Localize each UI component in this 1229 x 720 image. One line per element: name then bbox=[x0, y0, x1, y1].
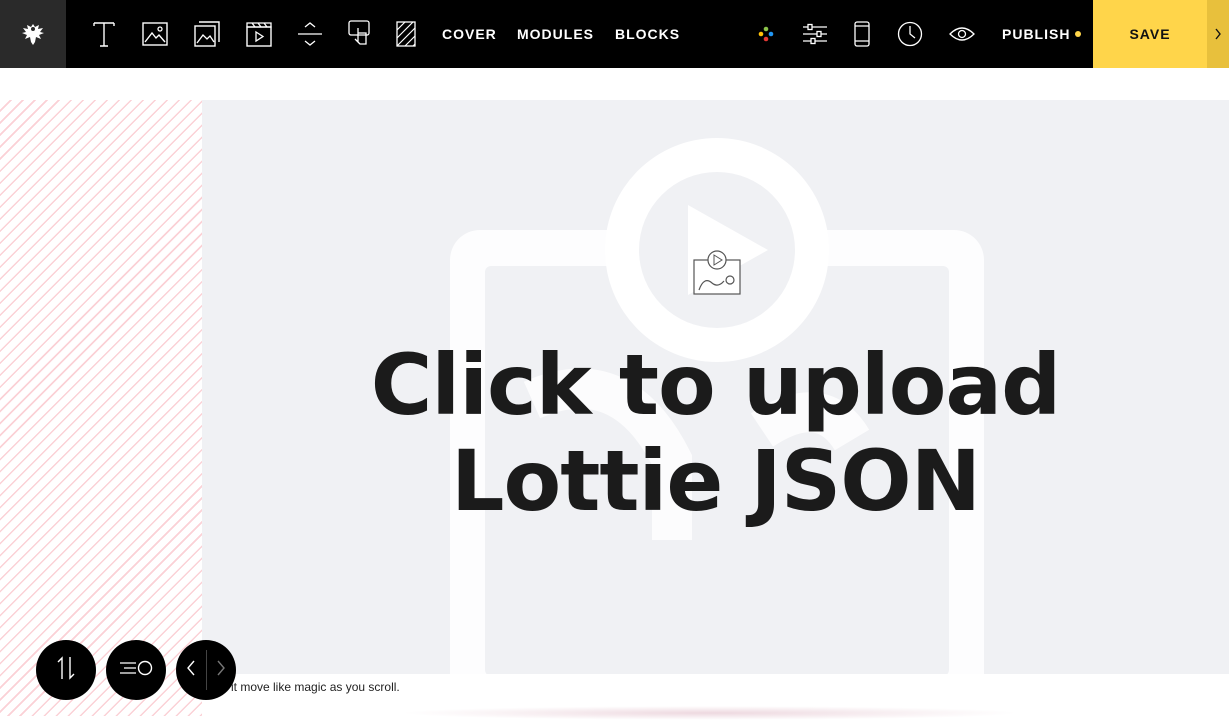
upload-prompt-line-2: Lottie JSON bbox=[450, 432, 981, 530]
preview-eye-icon[interactable] bbox=[942, 14, 982, 54]
chevron-left-icon bbox=[186, 660, 196, 681]
top-toolbar: COVER MODULES BLOCKS PUBLISH SAVE bbox=[0, 0, 1229, 68]
nav-blocks[interactable]: BLOCKS bbox=[615, 0, 680, 68]
settings-sliders-icon[interactable] bbox=[795, 14, 835, 54]
spacer-tool-icon[interactable] bbox=[290, 14, 330, 54]
publish-label: PUBLISH bbox=[1002, 26, 1071, 42]
image-tool-icon[interactable] bbox=[135, 14, 175, 54]
motion-button[interactable] bbox=[106, 640, 166, 700]
publish-status-dot bbox=[1075, 31, 1082, 38]
video-tool-icon[interactable] bbox=[239, 14, 279, 54]
nav-modules[interactable]: MODULES bbox=[517, 0, 594, 68]
pattern-tool-icon[interactable] bbox=[386, 14, 426, 54]
motion-speed-icon bbox=[118, 659, 154, 682]
lottie-upload-area[interactable]: Click to upload Lottie JSON bbox=[202, 100, 1229, 674]
text-tool-icon[interactable] bbox=[84, 14, 124, 54]
prev-next-control bbox=[176, 640, 236, 700]
next-button[interactable] bbox=[206, 640, 236, 700]
publish-button[interactable]: PUBLISH bbox=[1002, 0, 1082, 68]
nav-cover[interactable]: COVER bbox=[442, 0, 497, 68]
chevron-right-icon bbox=[216, 660, 226, 681]
colors-icon[interactable] bbox=[746, 14, 786, 54]
reorder-button[interactable] bbox=[36, 640, 96, 700]
gallery-tool-icon[interactable] bbox=[187, 14, 227, 54]
eagle-logo-icon[interactable] bbox=[0, 0, 66, 68]
hatched-margin bbox=[0, 100, 202, 716]
upload-prompt[interactable]: Click to upload Lottie JSON bbox=[202, 337, 1229, 529]
prev-button[interactable] bbox=[176, 640, 206, 700]
caption-text[interactable]: ch it move like magic as you scroll. bbox=[215, 680, 400, 694]
interactive-tool-icon[interactable] bbox=[340, 14, 380, 54]
upload-prompt-line-1: Click to upload bbox=[370, 336, 1061, 434]
reorder-arrows-icon bbox=[55, 655, 77, 686]
save-button[interactable]: SAVE bbox=[1093, 0, 1207, 68]
mobile-preview-icon[interactable] bbox=[842, 14, 882, 54]
chevron-right-icon[interactable] bbox=[1207, 0, 1229, 68]
history-clock-icon[interactable] bbox=[890, 14, 930, 54]
next-block-shadow bbox=[400, 706, 1020, 720]
